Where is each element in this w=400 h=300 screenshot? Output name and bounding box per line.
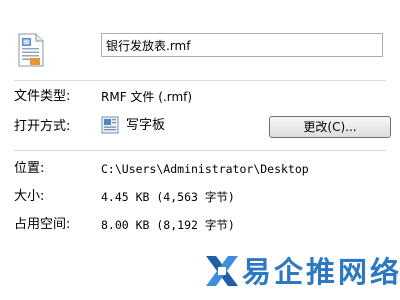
separator [14,150,386,151]
opens-with-label: 打开方式: [14,119,71,134]
size-value: 4.45 KB (4,563 字节) [101,190,235,204]
watermark: 易企推网络 [204,252,399,292]
size-on-disk-label: 占用空间: [14,217,71,232]
size-on-disk-value: 8.00 KB (8,192 字节) [101,218,235,232]
location-label: 位置: [14,161,45,176]
opens-with-app: 写字板 [126,118,166,133]
file-type-label: 文件类型: [14,89,71,104]
change-button[interactable]: 更改(C)... [269,116,391,138]
file-name-input[interactable] [101,33,383,57]
separator [14,80,386,81]
location-value: C:\Users\Administrator\Desktop [101,162,309,176]
size-label: 大小: [14,189,45,204]
document-icon [16,33,46,67]
x-logo-icon [204,252,240,290]
watermark-text: 易企推网络 [242,255,400,289]
file-type-value: RMF 文件 (.rmf) [101,90,193,104]
wordpad-icon [101,116,119,134]
